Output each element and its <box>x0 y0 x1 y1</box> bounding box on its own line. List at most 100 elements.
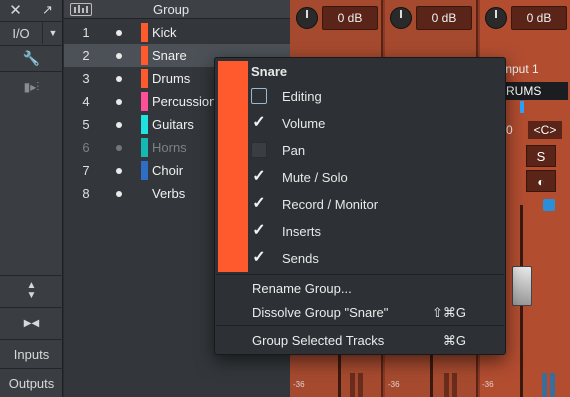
track-visibility-dot[interactable] <box>116 76 122 82</box>
menu-item-label: Volume <box>282 116 326 131</box>
menu-item-label: Sends <box>282 251 319 266</box>
expand-arrow-icon[interactable]: ↗ <box>32 0 63 19</box>
input-label[interactable]: Input 1 <box>502 62 539 76</box>
track-name: Drums <box>152 71 191 86</box>
track-number: 3 <box>82 71 90 86</box>
level-meter <box>444 373 449 397</box>
io-button[interactable]: I/O <box>0 22 42 44</box>
menu-item-label: Record / Monitor <box>282 197 379 212</box>
track-visibility-dot[interactable] <box>116 99 122 105</box>
left-toolbar: ✕ ↗ I/O ▼ 🔧 ▮▸⫶ ▲ ▼ ▶◀ Inputs Outputs <box>0 0 63 397</box>
db-readout[interactable]: 0 dB <box>322 6 378 30</box>
track-number: 1 <box>82 25 90 40</box>
track-name: Choir <box>152 163 184 178</box>
level-meter <box>542 373 547 397</box>
mixer-layout-icon[interactable]: ▮▸⫶ <box>0 75 63 99</box>
track-visibility-dot[interactable] <box>116 122 122 128</box>
track-row[interactable]: 1 Kick <box>64 21 290 44</box>
menu-item-label: Mute / Solo <box>282 170 348 185</box>
menu-checkbox-item[interactable]: ✓ Record / Monitor <box>248 191 506 218</box>
group-color-bar <box>218 61 248 272</box>
track-color-swatch[interactable] <box>141 161 148 180</box>
menu-item-label: Inserts <box>282 224 322 239</box>
checkmark-icon: ✓ <box>252 249 266 266</box>
track-visibility-dot[interactable] <box>116 168 122 174</box>
track-color-swatch[interactable] <box>141 69 148 88</box>
group-selected-tracks-label: Group Selected Tracks <box>252 333 385 348</box>
fader-handle[interactable] <box>512 266 532 306</box>
group-selected-tracks-item[interactable]: Group Selected Tracks ⌘G <box>216 327 504 354</box>
close-icon[interactable]: ✕ <box>0 0 31 19</box>
bus-label: RUMS <box>502 82 568 100</box>
level-meter <box>358 373 363 397</box>
io-dropdown-icon[interactable]: ▼ <box>42 22 63 44</box>
track-color-swatch[interactable] <box>141 23 148 42</box>
checkmark-icon: ✓ <box>252 114 266 131</box>
track-visibility-dot[interactable] <box>116 191 122 197</box>
track-number: 4 <box>82 94 90 109</box>
group-column-header: Group <box>153 2 190 17</box>
db-readout[interactable]: 0 dB <box>416 6 472 30</box>
strip-menu-icon[interactable] <box>543 199 555 211</box>
checkbox-empty-icon <box>251 88 267 104</box>
group-view-icon[interactable] <box>70 3 92 16</box>
checkmark-icon: ✓ <box>252 195 266 212</box>
pan-knob[interactable] <box>296 7 318 29</box>
rename-group-label: Rename Group... <box>252 281 352 296</box>
scale-label: -36 <box>293 380 305 389</box>
monitor-icon[interactable]: ◐ <box>526 170 556 192</box>
scale-label: -36 <box>388 380 400 389</box>
track-number: 6 <box>82 140 90 155</box>
menu-checkbox-item[interactable]: ✓ Sends <box>248 245 506 272</box>
dissolve-group-label: Dissolve Group "Snare" <box>252 305 389 320</box>
inputs-button[interactable]: Inputs <box>0 340 63 368</box>
track-name: Kick <box>152 25 177 40</box>
dissolve-group-item[interactable]: Dissolve Group "Snare" ⇧⌘G <box>216 299 504 326</box>
pan-center-button[interactable]: <C> <box>528 121 562 139</box>
menu-item-label: Editing <box>282 89 322 104</box>
track-list-header: Group <box>64 0 290 19</box>
level-meter <box>350 373 355 397</box>
group-context-menu: Snare Editing ✓ Volume Pan ✓ Mute / Solo ✓ Reco… <box>214 57 506 355</box>
track-color-swatch[interactable] <box>141 115 148 134</box>
track-name: Snare <box>152 48 187 63</box>
level-meter <box>550 373 555 397</box>
pan-knob[interactable] <box>390 7 412 29</box>
track-number: 7 <box>82 163 90 178</box>
dissolve-group-shortcut: ⇧⌘G <box>431 305 466 320</box>
track-name: Guitars <box>152 117 194 132</box>
menu-checkbox-item[interactable]: Editing <box>248 83 506 110</box>
level-meter <box>452 373 457 397</box>
menu-checkbox-item[interactable]: ✓ Inserts <box>248 218 506 245</box>
checkbox-empty-icon <box>251 142 267 158</box>
up-down-arrows-icon[interactable]: ▲ ▼ <box>0 276 63 306</box>
group-name-header: Snare <box>251 64 288 79</box>
track-color-swatch[interactable] <box>141 92 148 111</box>
track-name: Verbs <box>152 186 186 201</box>
db-readout[interactable]: 0 dB <box>511 6 567 30</box>
menu-checkbox-item[interactable]: Pan <box>248 137 506 164</box>
scale-label: -36 <box>482 380 494 389</box>
track-visibility-dot[interactable] <box>116 53 122 59</box>
menu-checkbox-item[interactable]: ✓ Mute / Solo <box>248 164 506 191</box>
input-level-bar <box>520 101 524 113</box>
outputs-button[interactable]: Outputs <box>0 369 63 397</box>
track-number: 5 <box>82 117 90 132</box>
solo-button[interactable]: S <box>526 145 556 167</box>
wrench-icon[interactable]: 🔧 <box>0 46 63 70</box>
left-right-arrows-icon[interactable]: ▶◀ <box>0 308 63 338</box>
checkmark-icon: ✓ <box>252 168 266 185</box>
track-visibility-dot[interactable] <box>116 145 122 151</box>
menu-separator <box>216 325 504 326</box>
track-visibility-dot[interactable] <box>116 30 122 36</box>
menu-checkbox-item[interactable]: ✓ Volume <box>248 110 506 137</box>
track-name: Horns <box>152 140 187 155</box>
track-name: Percussion <box>152 94 217 109</box>
pan-knob[interactable] <box>485 7 507 29</box>
checkmark-icon: ✓ <box>252 222 266 239</box>
track-color-swatch[interactable] <box>141 46 148 65</box>
track-number: 8 <box>82 186 90 201</box>
track-color-swatch[interactable] <box>141 138 148 157</box>
rename-group-item[interactable]: Rename Group... <box>216 275 504 302</box>
group-selected-tracks-shortcut: ⌘G <box>442 333 466 348</box>
